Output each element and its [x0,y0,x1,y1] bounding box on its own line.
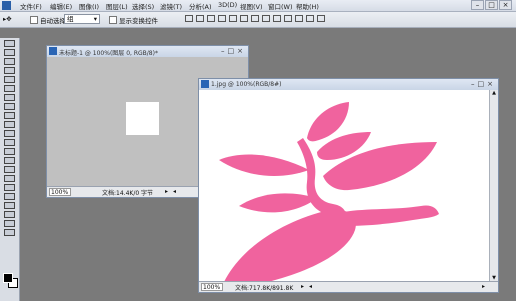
distribute-right-icon[interactable] [306,15,314,22]
menu-filter[interactable]: 滤镜(T) [160,1,182,11]
menu-layer[interactable]: 图层(L) [106,1,128,11]
marquee-tool-icon[interactable] [4,49,15,56]
flower-shape [219,102,439,282]
checkbox-icon [30,16,38,24]
menu-edit[interactable]: 编辑(E) [50,1,72,11]
gradient-tool-icon[interactable] [4,139,15,146]
auto-select-dropdown[interactable]: 组 ▾ [64,14,100,24]
toolbox [0,38,20,301]
top-leaf [307,102,349,142]
auto-select-checkbox[interactable]: 自动选择: [30,15,68,25]
window-controls: – □ × [470,0,514,11]
distribute-middle-icon[interactable] [262,15,270,22]
document-1-title: 未标题-1 @ 100%(图层 0, RGB/8)* [59,50,158,57]
3d-orbit-tool-icon[interactable] [4,211,15,218]
hand-tool-icon[interactable] [4,220,15,227]
eyedropper-tool-icon[interactable] [4,85,15,92]
magic-wand-tool-icon[interactable] [4,67,15,74]
scroll-left-icon[interactable]: ◂ [309,283,312,290]
document-2-window-controls[interactable]: –□× [471,80,496,88]
menu-select[interactable]: 选择(S) [132,1,154,11]
maximize-icon[interactable]: □ [485,0,498,10]
crop-tool-icon[interactable] [4,76,15,83]
brush-tool-icon[interactable] [4,103,15,110]
menu-analysis[interactable]: 分析(A) [189,1,212,11]
align-center-icon[interactable] [229,15,237,22]
document-2-vertical-scrollbar[interactable]: ▲ ▼ [489,90,498,282]
align-top-icon[interactable] [185,15,193,22]
auto-select-value: 组 [67,15,74,23]
distribute-top-icon[interactable] [251,15,259,22]
zoom-tool-icon[interactable] [4,229,15,236]
move-tool-icon[interactable] [4,40,15,47]
scroll-up-icon[interactable]: ▲ [490,90,498,97]
pink-flower-artwork [219,102,439,282]
align-distribute-icons [185,15,505,24]
checkbox-icon [109,16,117,24]
path-selection-tool-icon[interactable] [4,184,15,191]
document-window-2: 1.jpg @ 100%(RGB/8#) –□× ▲ ▼ 100% 文档:717… [198,78,499,293]
eraser-tool-icon[interactable] [4,130,15,137]
pen-tool-icon[interactable] [4,166,15,173]
align-bottom-icon[interactable] [207,15,215,22]
photoshop-doc-icon [49,47,57,55]
document-2-canvas[interactable] [199,90,489,282]
bottom-leaf [224,209,356,282]
healing-brush-tool-icon[interactable] [4,94,15,101]
shape-tool-icon[interactable] [4,193,15,200]
type-tool-icon[interactable] [4,175,15,182]
history-brush-tool-icon[interactable] [4,121,15,128]
menu-file[interactable]: 文件(F) [20,1,42,11]
auto-align-icon[interactable] [317,15,325,22]
document-2-title: 1.jpg @ 100%(RGB/8#) [211,81,282,88]
foreground-color-swatch[interactable] [3,273,13,283]
status-menu-arrow-icon[interactable]: ▸ [301,283,304,290]
blur-tool-icon[interactable] [4,148,15,155]
document-1-zoom-field[interactable]: 100% [49,188,71,196]
options-bar: ▸✥ 自动选择: 组 ▾ 显示变换控件 [0,12,516,28]
show-transform-checkbox[interactable]: 显示变换控件 [109,15,158,25]
3d-rotate-tool-icon[interactable] [4,202,15,209]
menu-image[interactable]: 图像(I) [79,1,99,11]
menu-window[interactable]: 窗口(W) [268,1,293,11]
photoshop-doc-icon [201,80,209,88]
status-menu-arrow-icon[interactable]: ▸ [165,188,168,195]
minimize-icon[interactable]: – [471,0,484,10]
white-layer-square [126,102,159,135]
move-tool-icon[interactable]: ▸✥ [3,15,12,23]
document-2-zoom-field[interactable]: 100% [201,283,223,291]
chevron-down-icon: ▾ [93,15,97,23]
left-leaf [219,154,309,176]
photoshop-logo-icon [2,1,11,10]
document-1-size-info: 文档:14.4K/0 字节 [102,190,154,197]
show-transform-label: 显示变换控件 [119,17,158,25]
document-2-statusbar: 100% 文档:717.8K/891.8K ▸ ◂ ▸ [199,281,498,292]
menu-bar: 文件(F) 编辑(E) 图像(I) 图层(L) 选择(S) 滤镜(T) 分析(A… [0,0,516,12]
align-middle-icon[interactable] [196,15,204,22]
scroll-right-icon[interactable]: ▸ [482,283,485,290]
close-icon[interactable]: × [499,0,512,10]
lasso-tool-icon[interactable] [4,58,15,65]
document-1-window-controls[interactable]: –□× [221,47,246,55]
clone-stamp-tool-icon[interactable] [4,112,15,119]
scroll-left-icon[interactable]: ◂ [173,188,176,195]
menu-3d[interactable]: 3D(D) [218,1,237,9]
menu-view[interactable]: 视图(V) [240,1,263,11]
dodge-tool-icon[interactable] [4,157,15,164]
distribute-center-icon[interactable] [295,15,303,22]
align-left-icon[interactable] [218,15,226,22]
bird-head [343,205,439,226]
lower-left-leaf [239,193,317,213]
menu-help[interactable]: 帮助(H) [296,1,319,11]
align-right-icon[interactable] [240,15,248,22]
distribute-bottom-icon[interactable] [273,15,281,22]
distribute-left-icon[interactable] [284,15,292,22]
document-2-size-info: 文档:717.8K/891.8K [235,285,294,292]
